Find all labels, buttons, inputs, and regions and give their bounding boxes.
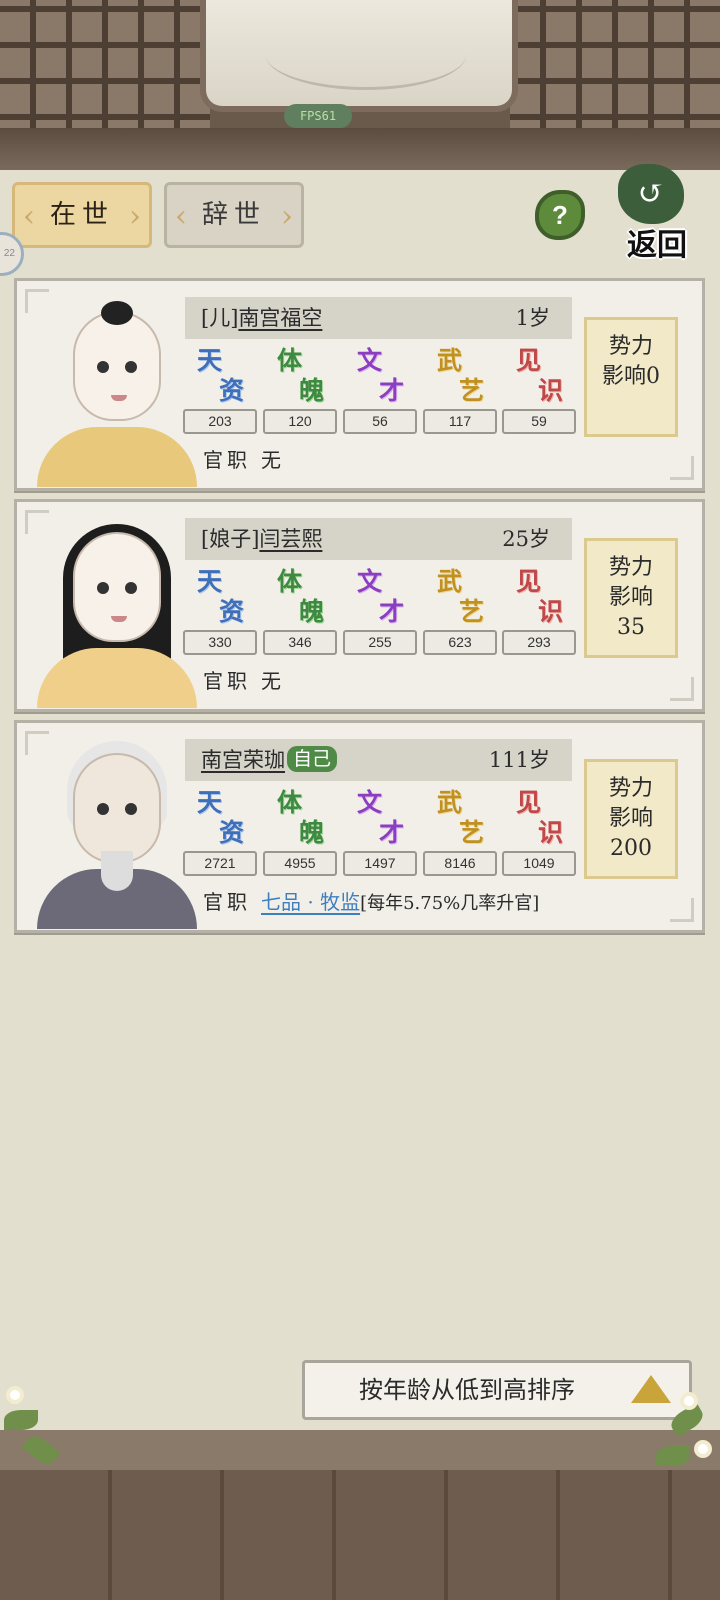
tab-deceased[interactable]: ‹ 辞世 › [164, 182, 304, 248]
office-row: 官职 七品 · 牧监[每年5.75%几率升官] [203, 885, 539, 921]
return-arrow-icon: ↺ [618, 164, 684, 224]
attr-value: 8146 [423, 851, 497, 876]
influence-line: 势力 [608, 776, 653, 801]
portrait-avatar [37, 289, 197, 487]
portrait-avatar [37, 731, 197, 929]
attribute-grid: 天资 2721 体魄 4955 文才 1497 武艺 8146 见识 1049 [183, 787, 576, 879]
influence-line: 影响 [608, 806, 653, 831]
chevron-right-icon: › [281, 199, 293, 234]
office-label: 官职 [203, 448, 251, 472]
office-link[interactable]: 七品 · 牧监 [261, 890, 360, 914]
attr-value: 346 [263, 630, 337, 655]
attr-tipo: 体魄 4955 [263, 787, 337, 879]
office-row: 官职无 [203, 443, 281, 477]
office-value: 无 [261, 669, 281, 693]
attr-value: 203 [183, 409, 257, 434]
attribute-grid: 天资 203 体魄 120 文才 56 武艺 117 见识 59 [183, 345, 576, 437]
influence-box: 势力 影响0 [584, 317, 678, 437]
attr-value: 623 [423, 630, 497, 655]
attr-value: 59 [502, 409, 576, 434]
member-name[interactable]: 闫芸熙 [259, 527, 322, 551]
help-button[interactable]: ? [535, 190, 585, 240]
attr-value: 1497 [343, 851, 417, 876]
influence-box: 势力 影响 200 [584, 759, 678, 879]
office-value: 无 [261, 448, 281, 472]
name-bar: 南宫荣珈 自己 111岁 [185, 739, 572, 781]
name-bar: [儿]南宫福空 1岁 [185, 297, 572, 339]
sort-label: 按年龄从低到高排序 [359, 1376, 575, 1404]
tab-alive[interactable]: ‹ 在世 › [12, 182, 152, 248]
office-row: 官职无 [203, 664, 281, 698]
attribute-grid: 天资 330 体魄 346 文才 255 武艺 623 见识 293 [183, 566, 576, 658]
back-button[interactable]: ↺ 返回 [612, 164, 696, 263]
attr-value: 4955 [263, 851, 337, 876]
member-card[interactable]: [儿]南宫福空 1岁 天资 203 体魄 120 文才 56 武艺 117 见识 59 官… [14, 278, 705, 491]
influence-line: 势力 [608, 334, 653, 359]
attr-tipo: 体魄 120 [263, 345, 337, 437]
member-card[interactable]: 南宫荣珈 自己 111岁 天资 2721 体魄 4955 文才 1497 武艺 8146 … [14, 720, 705, 933]
fps-counter: FPS61 [284, 104, 352, 128]
attr-value: 255 [343, 630, 417, 655]
sort-by-age-button[interactable]: 按年龄从低到高排序 [302, 1360, 692, 1420]
attr-tianzi: 天资 2721 [183, 787, 257, 879]
tab-alive-label: 在世 [49, 200, 114, 230]
attr-wuyi: 武艺 623 [423, 566, 497, 658]
back-label: 返回 [627, 228, 687, 263]
portrait-avatar [37, 510, 197, 708]
attr-value: 2721 [183, 851, 257, 876]
attr-value: 117 [423, 409, 497, 434]
chevron-right-icon: › [129, 199, 141, 234]
influence-line: 势力 [608, 555, 653, 580]
attr-value: 293 [502, 630, 576, 655]
attr-wencai: 文才 1497 [343, 787, 417, 879]
chevron-left-icon: ‹ [23, 199, 35, 234]
office-label: 官职 [203, 669, 251, 693]
member-card[interactable]: [娘子]闫芸熙 25岁 天资 330 体魄 346 文才 255 武艺 623 见识 29… [14, 499, 705, 712]
member-age: 25岁 [502, 527, 550, 551]
name-bar: [娘子]闫芸熙 25岁 [185, 518, 572, 560]
member-role: [娘子] [201, 527, 260, 551]
member-role: [儿] [201, 306, 239, 330]
attr-tianzi: 天资 330 [183, 566, 257, 658]
member-name[interactable]: 南宫荣珈 [201, 748, 285, 772]
attr-value: 330 [183, 630, 257, 655]
self-badge: 自己 [287, 746, 338, 772]
flower-plant-icon [650, 1370, 720, 1490]
bottom-wood-panel [0, 1430, 720, 1600]
ink-painting [200, 0, 518, 112]
influence-box: 势力 影响 35 [584, 538, 678, 658]
attr-tipo: 体魄 346 [263, 566, 337, 658]
attr-wuyi: 武艺 8146 [423, 787, 497, 879]
influence-line: 35 [617, 615, 645, 640]
member-name[interactable]: 南宫福空 [238, 306, 322, 330]
member-age: 1岁 [515, 306, 550, 330]
attr-value: 120 [263, 409, 337, 434]
influence-line: 影响0 [602, 364, 660, 389]
attr-tianzi: 天资 203 [183, 345, 257, 437]
influence-line: 影响 [608, 585, 653, 610]
attr-wencai: 文才 56 [343, 345, 417, 437]
flower-plant-icon [0, 1370, 70, 1490]
attr-jianshi: 见识 1049 [502, 787, 576, 879]
attr-wuyi: 武艺 117 [423, 345, 497, 437]
promotion-note: [每年5.75%几率升官] [360, 893, 540, 914]
member-age: 111岁 [488, 748, 550, 772]
influence-line: 200 [610, 836, 652, 861]
attr-value: 56 [343, 409, 417, 434]
top-window-frame [0, 0, 720, 170]
attr-jianshi: 见识 293 [502, 566, 576, 658]
chevron-left-icon: ‹ [175, 199, 187, 234]
office-label: 官职 [203, 890, 251, 914]
attr-wencai: 文才 255 [343, 566, 417, 658]
tab-deceased-label: 辞世 [201, 200, 266, 230]
attr-jianshi: 见识 59 [502, 345, 576, 437]
attr-value: 1049 [502, 851, 576, 876]
